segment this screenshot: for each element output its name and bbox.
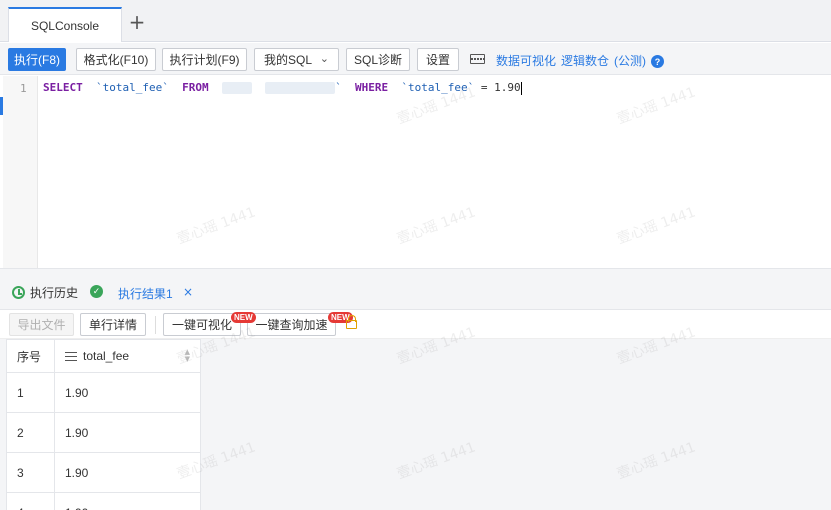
row-index: 3 <box>6 452 55 493</box>
sql-console-window: SQLConsole + 执行(F8) 格式化(F10) 执行计划(F9) 我的… <box>0 0 831 510</box>
run-button[interactable]: 执行(F8) <box>8 48 66 71</box>
table-header-row: 序号 total_fee ▲ ▼ <box>6 339 201 373</box>
line-number: 1 <box>20 82 27 95</box>
toolbar-divider <box>155 316 156 334</box>
beta-label: (公测) <box>614 54 646 68</box>
row-total-fee: 1.90 <box>54 372 201 413</box>
keyword-where: WHERE <box>354 81 389 94</box>
keyword-select: SELECT <box>43 81 83 94</box>
result-toolbar: 导出文件 单行详情 一键可视化 一键查询加速 <box>0 311 831 339</box>
column-header-total-fee[interactable]: total_fee ▲ ▼ <box>54 339 201 373</box>
row-index: 1 <box>6 372 55 413</box>
export-file-button[interactable]: 导出文件 <box>9 313 74 336</box>
tab-execution-history[interactable]: 执行历史 <box>12 284 78 301</box>
format-button[interactable]: 格式化(F10) <box>76 48 156 71</box>
my-sql-dropdown[interactable]: 我的SQL ⌄ <box>254 48 339 71</box>
result-table: 序号 total_fee ▲ ▼ 1 1.90 2 1.90 3 1.90 <box>6 339 201 510</box>
one-click-visualize-button[interactable]: 一键可视化 <box>163 313 241 336</box>
table-row[interactable]: 4 1.90 <box>6 492 201 510</box>
tab-result-1[interactable]: 执行结果1 <box>118 285 173 302</box>
keyword-from: FROM <box>182 81 209 94</box>
list-icon <box>65 352 77 362</box>
table-row[interactable]: 1 1.90 <box>6 372 201 413</box>
redacted-table-name <box>221 82 252 94</box>
settings-button[interactable]: 设置 <box>417 48 459 71</box>
row-index: 2 <box>6 412 55 453</box>
data-visualization-link[interactable]: 数据可视化 <box>496 52 556 69</box>
tab-sqlconsole[interactable]: SQLConsole <box>8 7 122 42</box>
close-icon[interactable]: × <box>183 285 193 299</box>
row-total-fee: 1.90 <box>54 492 201 510</box>
sql-diagnosis-button[interactable]: SQL诊断 <box>346 48 410 71</box>
execution-plan-button[interactable]: 执行计划(F9) <box>162 48 247 71</box>
sort-icon[interactable]: ▲ ▼ <box>185 349 190 363</box>
literal-value: 1.90 <box>494 81 521 94</box>
line-gutter <box>3 76 38 268</box>
operator: = <box>480 81 488 94</box>
active-line-marker <box>0 97 3 115</box>
table-row[interactable]: 3 1.90 <box>6 452 201 493</box>
where-column: `total_fee` <box>401 81 475 94</box>
new-badge-visualize: NEW <box>231 312 256 323</box>
column-header-index: 序号 <box>6 339 55 373</box>
text-cursor <box>520 81 522 95</box>
table-backtick: ` <box>335 81 342 94</box>
row-detail-button[interactable]: 单行详情 <box>80 313 146 336</box>
editor-toolbar: 执行(F8) 格式化(F10) 执行计划(F9) 我的SQL ⌄ SQL诊断 设… <box>0 43 831 75</box>
one-click-query-speedup-button[interactable]: 一键查询加速 <box>247 313 336 336</box>
lock-icon <box>346 315 357 329</box>
history-tab-label: 执行历史 <box>30 286 79 300</box>
table-row[interactable]: 2 1.90 <box>6 412 201 453</box>
tab-bar: SQLConsole + <box>0 0 831 42</box>
sql-editor[interactable] <box>0 76 831 268</box>
sql-code-line[interactable]: SELECT `total_fee` FROM ` WHERE `total_f… <box>43 81 522 95</box>
my-sql-label: 我的SQL <box>264 53 313 67</box>
column-header-label: total_fee <box>83 349 130 363</box>
column-identifier: `total_fee` <box>96 81 169 94</box>
add-tab-icon[interactable]: + <box>127 12 147 32</box>
keyboard-icon[interactable] <box>470 54 485 64</box>
help-icon[interactable]: ? <box>651 55 664 68</box>
row-total-fee: 1.90 <box>54 412 201 453</box>
chevron-down-icon: ⌄ <box>319 52 329 65</box>
history-icon <box>12 286 25 299</box>
row-index: 4 <box>6 492 55 510</box>
logical-datawarehouse-link[interactable]: 逻辑数仓 <box>561 52 609 69</box>
row-total-fee: 1.90 <box>54 452 201 493</box>
redacted-table-name-2 <box>265 82 336 94</box>
success-check-icon: ✓ <box>90 285 103 298</box>
